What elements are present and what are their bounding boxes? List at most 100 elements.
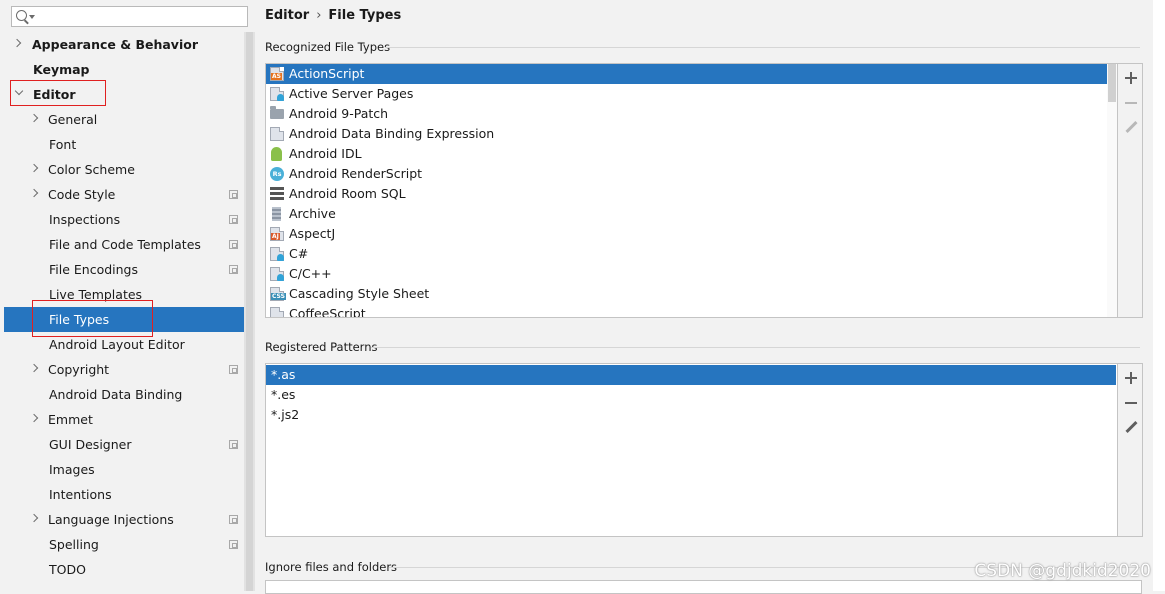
tree-item-color-scheme[interactable]: Color Scheme <box>4 157 244 182</box>
tree-item-images[interactable]: Images <box>4 457 244 482</box>
chevron-down-icon[interactable] <box>14 86 24 96</box>
edit-pattern-button[interactable] <box>1124 421 1138 435</box>
tree-item-label: Editor <box>33 87 76 102</box>
scrollbar-thumb[interactable] <box>1108 64 1116 102</box>
tree-item-android-data-binding[interactable]: Android Data Binding <box>4 382 244 407</box>
project-scope-icon <box>229 515 238 524</box>
tree-item-spelling[interactable]: Spelling <box>4 532 244 557</box>
breadcrumb-separator: › <box>316 8 322 23</box>
chevron-right-icon[interactable] <box>29 113 39 123</box>
tree-item-label: Spelling <box>49 537 99 552</box>
file-type-row[interactable]: Rs Android RenderScript <box>266 164 1107 184</box>
chevron-right-icon[interactable] <box>29 163 39 173</box>
file-type-row[interactable]: C# <box>266 244 1107 264</box>
remove-file-type-button[interactable] <box>1124 96 1138 110</box>
file-type-label: Android Data Binding Expression <box>289 126 495 141</box>
tree-item-language-injections[interactable]: Language Injections <box>4 507 244 532</box>
file-type-row[interactable]: Android 9-Patch <box>266 104 1107 124</box>
tree-item-label: Live Templates <box>49 287 143 302</box>
project-scope-icon <box>229 265 238 274</box>
add-file-type-button[interactable] <box>1124 71 1138 85</box>
tree-item-editor[interactable]: Editor <box>4 82 244 107</box>
tree-item-file-code-templates[interactable]: File and Code Templates <box>4 232 244 257</box>
tree-item-label: Code Style <box>48 187 116 202</box>
file-type-label: ActionScript <box>289 66 365 81</box>
tree-item-general[interactable]: General <box>4 107 244 132</box>
file-type-row[interactable]: Android IDL <box>266 144 1107 164</box>
tree-item-label: Inspections <box>49 212 121 227</box>
file-type-row[interactable]: AJ AspectJ <box>266 224 1107 244</box>
breadcrumb-current: File Types <box>328 8 402 23</box>
chevron-right-icon[interactable] <box>29 513 39 523</box>
registered-patterns-list[interactable]: *.as *.es *.js2 <box>265 363 1143 537</box>
tree-item-inspections[interactable]: Inspections <box>4 207 244 232</box>
tree-item-font[interactable]: Font <box>4 132 244 157</box>
file-type-row[interactable]: Android Data Binding Expression <box>266 124 1107 144</box>
cpp-file-icon <box>270 267 284 281</box>
pattern-row[interactable]: *.js2 <box>266 405 1116 425</box>
file-type-label: Android IDL <box>289 146 362 161</box>
chevron-right-icon[interactable] <box>29 188 39 198</box>
edit-file-type-button[interactable] <box>1124 121 1138 135</box>
tree-item-label: Appearance & Behavior <box>32 37 198 52</box>
archive-icon <box>272 207 281 221</box>
file-type-row[interactable]: Active Server Pages <box>266 84 1107 104</box>
tree-item-label: Intentions <box>49 487 112 502</box>
file-type-row[interactable]: C/C++ <box>266 264 1107 284</box>
css-file-icon: CSS <box>270 287 286 301</box>
icon-tag: CSS <box>271 293 286 300</box>
chevron-right-icon[interactable] <box>12 38 22 48</box>
tree-item-label: GUI Designer <box>49 437 132 452</box>
tree-item-keymap[interactable]: Keymap <box>4 57 244 82</box>
tree-item-label: Color Scheme <box>48 162 135 177</box>
remove-pattern-button[interactable] <box>1124 396 1138 410</box>
tree-item-label: Android Layout Editor <box>49 337 185 352</box>
recognized-file-types-title: Recognized File Types <box>265 40 391 54</box>
tree-item-file-encodings[interactable]: File Encodings <box>4 257 244 282</box>
add-pattern-button[interactable] <box>1124 371 1138 385</box>
icon-tag: AJ <box>271 233 280 240</box>
pattern-label: *.es <box>271 387 296 402</box>
tree-item-file-types[interactable]: File Types <box>4 307 244 332</box>
tree-item-appearance-behavior[interactable]: Appearance & Behavior <box>4 32 244 57</box>
file-type-row[interactable]: CoffeeScript <box>266 304 1107 317</box>
tree-item-label: Font <box>49 137 77 152</box>
settings-search-input[interactable] <box>11 6 248 27</box>
registered-patterns-title: Registered Patterns <box>265 340 378 354</box>
asp-file-icon <box>270 87 284 101</box>
pattern-row[interactable]: *.es <box>266 385 1116 405</box>
file-type-label: Cascading Style Sheet <box>289 286 430 301</box>
sidebar-scrollbar[interactable] <box>244 32 255 591</box>
search-field[interactable] <box>36 7 244 26</box>
renderscript-icon: Rs <box>270 167 284 181</box>
tree-item-copyright[interactable]: Copyright <box>4 357 244 382</box>
tree-item-code-style[interactable]: Code Style <box>4 182 244 207</box>
pattern-row[interactable]: *.as <box>266 365 1116 385</box>
file-type-label: Android Room SQL <box>289 186 406 201</box>
ignore-files-title: Ignore files and folders <box>265 560 398 574</box>
ignore-files-input[interactable] <box>265 580 1142 594</box>
icon-tag: AS <box>271 73 282 80</box>
search-icon <box>16 10 27 21</box>
chevron-right-icon[interactable] <box>29 413 39 423</box>
tree-item-emmet[interactable]: Emmet <box>4 407 244 432</box>
window-edge <box>1153 0 1165 591</box>
scrollbar-thumb[interactable] <box>246 32 253 591</box>
file-type-label: Archive <box>289 206 336 221</box>
tree-item-gui-designer[interactable]: GUI Designer <box>4 432 244 457</box>
search-history-dropdown-icon[interactable] <box>29 15 35 19</box>
file-type-row[interactable]: AS ActionScript <box>266 64 1107 84</box>
tree-item-intentions[interactable]: Intentions <box>4 482 244 507</box>
android-icon <box>271 147 282 161</box>
file-type-row[interactable]: Archive <box>266 204 1107 224</box>
file-type-row[interactable]: CSS Cascading Style Sheet <box>266 284 1107 304</box>
chevron-right-icon[interactable] <box>29 363 39 373</box>
tree-item-live-templates[interactable]: Live Templates <box>4 282 244 307</box>
recognized-file-types-list[interactable]: AS ActionScript Active Server Pages Andr… <box>265 63 1143 318</box>
tree-item-android-layout-editor[interactable]: Android Layout Editor <box>4 332 244 357</box>
file-type-label: Active Server Pages <box>289 86 414 101</box>
file-types-scrollbar[interactable] <box>1107 64 1117 317</box>
file-type-row[interactable]: Android Room SQL <box>266 184 1107 204</box>
tree-item-todo[interactable]: TODO <box>4 557 244 582</box>
breadcrumb-parent[interactable]: Editor <box>265 8 309 23</box>
